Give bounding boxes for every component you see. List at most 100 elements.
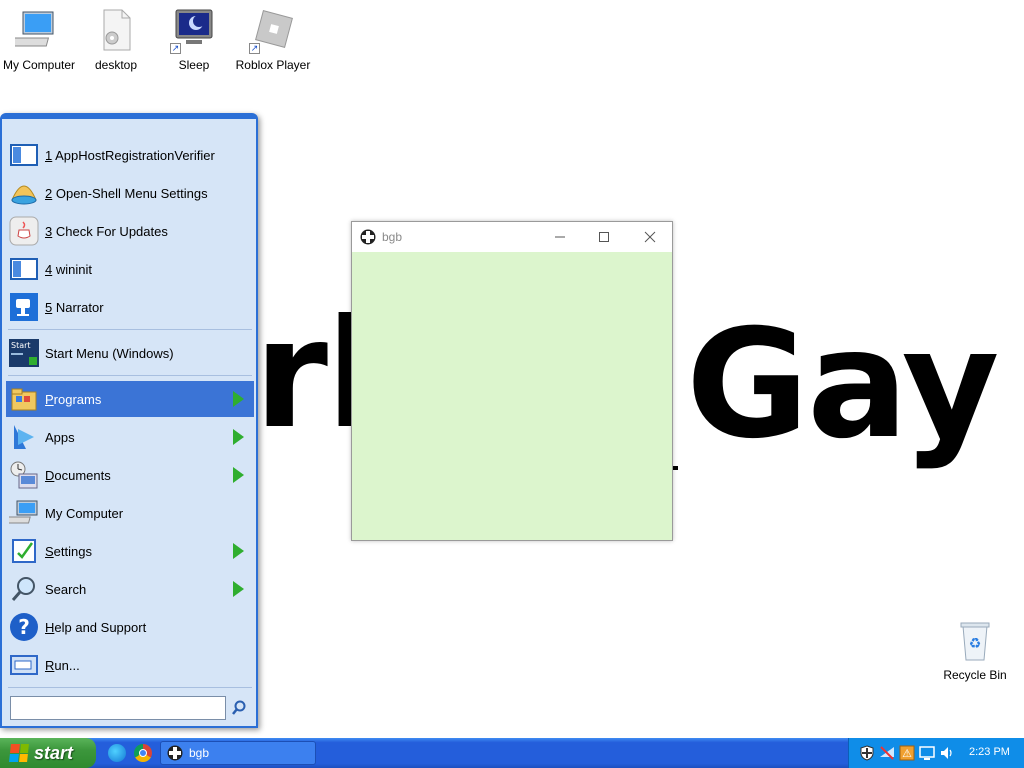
sleep-monitor-icon: ↗ <box>170 6 218 54</box>
apps-icon <box>8 421 40 453</box>
recent-item-key: 2 <box>45 185 53 201</box>
shell-icon <box>8 177 40 209</box>
desktop-icon-sleep[interactable]: ↗ Sleep <box>155 0 233 72</box>
programs-folder-icon <box>8 383 40 415</box>
start-menu-icon: Start <box>8 337 40 369</box>
start-label: start <box>34 742 74 763</box>
submenu-arrow-icon <box>233 543 244 559</box>
shortcut-arrow-icon: ↗ <box>170 43 181 54</box>
recycle-bin-icon: ♻ <box>951 616 999 664</box>
svg-text:Start: Start <box>11 341 31 350</box>
shortcut-arrow-icon: ↗ <box>249 43 260 54</box>
java-icon <box>8 215 40 247</box>
window-client-area[interactable] <box>352 252 672 540</box>
recent-item-2[interactable]: 2 Open-Shell Menu Settings <box>6 175 254 211</box>
menu-separator <box>8 375 252 376</box>
app-window-icon <box>8 253 40 285</box>
warning-icon[interactable]: ⚠ <box>899 745 915 761</box>
taskbar: start bgb ⚠ 2:23 PM <box>0 738 1024 768</box>
svg-text:⚠: ⚠ <box>902 747 912 760</box>
menu-item-my-computer[interactable]: My Computer <box>6 495 254 531</box>
chrome-icon[interactable] <box>134 744 152 762</box>
search-go-icon[interactable] <box>230 699 248 717</box>
computer-icon <box>9 6 63 54</box>
desktop-icon-label: Recycle Bin <box>943 668 1007 682</box>
clock[interactable]: 2:23 PM <box>969 746 1010 758</box>
desktop-icon-label: My Computer <box>2 58 76 72</box>
recent-item-5[interactable]: 5 Narrator <box>6 289 254 325</box>
recent-item-label: wininit <box>55 261 92 277</box>
windows-flag-icon <box>9 744 29 762</box>
edge-icon[interactable] <box>108 744 126 762</box>
search-icon <box>8 573 40 605</box>
window-title: bgb <box>382 230 403 244</box>
taskbar-button-label: bgb <box>189 746 210 760</box>
menu-item-run[interactable]: Run... <box>6 647 254 683</box>
menu-item-label: My Computer <box>45 505 124 521</box>
recent-item-label: Check For Updates <box>55 223 168 239</box>
pinned-item-label: Start Menu (Windows) <box>45 345 174 361</box>
desktop-icon-roblox-player[interactable]: ↗ Roblox Player <box>234 0 312 72</box>
settings-file-icon <box>92 6 140 54</box>
recent-item-key: 1 <box>45 147 53 163</box>
menu-item-programs[interactable]: Programs <box>6 381 254 417</box>
menu-item-apps[interactable]: Apps <box>6 419 254 455</box>
settings-icon <box>8 535 40 567</box>
submenu-arrow-icon <box>233 429 244 445</box>
app-window-bgb[interactable]: bgb <box>351 221 673 541</box>
desktop-icon-recycle-bin[interactable]: ♻ Recycle Bin <box>936 610 1014 682</box>
roblox-icon: ↗ <box>249 6 297 54</box>
menu-item-label: Search <box>45 581 87 597</box>
display-icon[interactable] <box>919 745 935 761</box>
bgb-app-icon <box>167 745 183 761</box>
start-button[interactable]: start <box>0 738 96 768</box>
volume-icon[interactable] <box>939 745 955 761</box>
wallpaper-text-right: Gay <box>686 298 1000 472</box>
menu-item-settings[interactable]: Settings <box>6 533 254 569</box>
close-button[interactable] <box>628 222 672 252</box>
desktop-icon-my-computer[interactable]: My Computer <box>0 0 78 72</box>
recent-item-label: Narrator <box>55 299 104 315</box>
taskbar-button-bgb[interactable]: bgb <box>160 741 316 765</box>
recent-item-key: 5 <box>45 299 53 315</box>
recent-item-4[interactable]: 4 wininit <box>6 251 254 287</box>
menu-item-search[interactable]: Search <box>6 571 254 607</box>
svg-text:♻: ♻ <box>969 635 982 651</box>
documents-icon <box>8 459 40 491</box>
submenu-arrow-icon <box>233 581 244 597</box>
desktop-icon-label: Sleep <box>178 58 210 72</box>
desktop-icon-label: desktop <box>94 58 138 72</box>
svg-text:?: ? <box>18 615 30 639</box>
recent-item-key: 4 <box>45 261 53 277</box>
system-tray: ⚠ 2:23 PM <box>848 738 1024 768</box>
recent-item-1[interactable]: 1 AppHostRegistrationVerifier <box>6 137 254 173</box>
recent-item-label: Open-Shell Menu Settings <box>55 185 208 201</box>
maximize-button[interactable] <box>582 222 626 252</box>
maximize-icon <box>599 232 609 242</box>
menu-item-documents[interactable]: Documents <box>6 457 254 493</box>
run-icon <box>8 649 40 681</box>
recent-item-key: 3 <box>45 223 53 239</box>
minimize-icon <box>555 236 565 238</box>
shield-icon[interactable] <box>859 745 875 761</box>
window-titlebar[interactable]: bgb <box>352 222 672 252</box>
submenu-arrow-icon <box>233 391 244 407</box>
start-menu: 1 AppHostRegistrationVerifier 2 Open-She… <box>0 113 258 728</box>
close-icon <box>644 231 656 243</box>
menu-item-help-and-support[interactable]: ? Help and Support <box>6 609 254 645</box>
app-window-icon <box>8 139 40 171</box>
desktop-icon-label: Roblox Player <box>235 58 311 72</box>
menu-separator <box>8 329 252 330</box>
narrator-icon <box>8 291 40 323</box>
pinned-start-menu-windows[interactable]: Start Start Menu (Windows) <box>6 335 254 371</box>
bgb-app-icon <box>360 229 376 245</box>
computer-icon <box>8 497 40 529</box>
minimize-button[interactable] <box>538 222 582 252</box>
menu-item-label: Apps <box>45 429 75 445</box>
recent-item-3[interactable]: 3 Check For Updates <box>6 213 254 249</box>
network-disconnected-icon[interactable] <box>879 745 895 761</box>
submenu-arrow-icon <box>233 467 244 483</box>
menu-separator <box>8 687 252 688</box>
desktop-icon-desktop[interactable]: desktop <box>77 0 155 72</box>
start-search-input[interactable] <box>10 696 226 720</box>
